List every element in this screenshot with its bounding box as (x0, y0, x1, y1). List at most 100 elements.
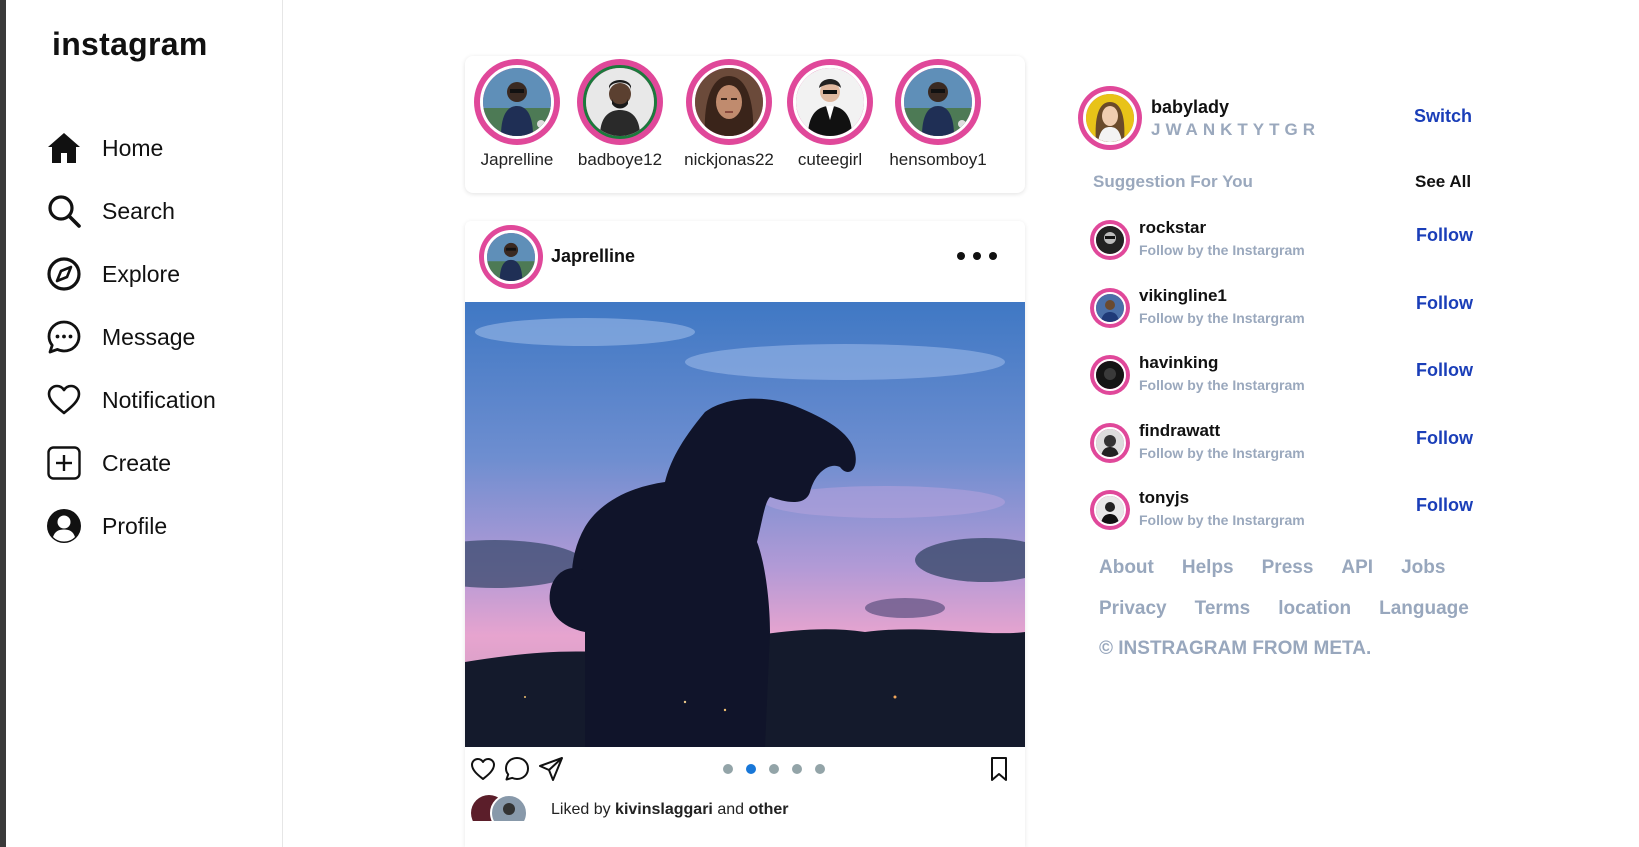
avatar (793, 65, 867, 139)
avatar-image (1094, 494, 1126, 526)
avatar[interactable] (479, 225, 543, 289)
footer-link-language[interactable]: Language (1379, 598, 1469, 620)
follow-button[interactable]: Follow (1416, 360, 1473, 381)
suggestion-subtext: Follow by the Instargram (1139, 242, 1305, 258)
heart-icon (471, 758, 495, 780)
suggestion-username[interactable]: vikingline1 (1139, 286, 1227, 306)
footer-link-helps[interactable]: Helps (1182, 557, 1234, 579)
story-name: nickjonas22 (684, 150, 774, 169)
suggestion-subtext: Follow by the Instargram (1139, 310, 1305, 326)
footer-links-row-1: About Helps Press API Jobs (1099, 557, 1445, 579)
follow-button[interactable]: Follow (1416, 428, 1473, 449)
suggestion-username[interactable]: havinking (1139, 353, 1218, 373)
story-name: hensomboy1 (889, 150, 987, 169)
sidebar-item-label: Create (102, 449, 172, 476)
suggestion-item: tonyjs Follow by the Instargram Follow (1090, 488, 1473, 540)
sidebar-item-label: Home (102, 134, 164, 161)
more-options-button[interactable] (957, 247, 997, 265)
like-button[interactable] (469, 755, 497, 783)
app-logo[interactable]: instagram (52, 26, 208, 63)
carousel-dot[interactable] (769, 764, 779, 774)
avatar[interactable] (1090, 288, 1130, 328)
sidebar-item-label: Explore (102, 260, 180, 287)
footer-link-privacy[interactable]: Privacy (1099, 598, 1167, 620)
story-item[interactable]: hensomboy1 (883, 59, 993, 170)
sidebar-item-profile[interactable]: Profile (44, 504, 167, 548)
avatar-image (1094, 224, 1126, 256)
sidebar-item-search[interactable]: Search (44, 189, 175, 233)
sidebar-item-home[interactable]: Home (44, 126, 163, 170)
story-item[interactable]: nickjonas22 (674, 59, 784, 170)
suggestions-title: Suggestion For You (1093, 172, 1253, 191)
avatar[interactable] (1090, 490, 1130, 530)
avatar[interactable] (1090, 220, 1130, 260)
sidebar-item-notification[interactable]: Notification (44, 378, 216, 422)
sidebar-item-label: Profile (102, 512, 168, 539)
comment-button[interactable] (503, 755, 531, 783)
post-image[interactable] (465, 302, 1025, 747)
current-username[interactable]: babylady (1151, 97, 1229, 118)
suggestion-username[interactable]: rockstar (1139, 218, 1206, 238)
suggestion-username[interactable]: tonyjs (1139, 488, 1189, 508)
suggestion-username[interactable]: findrawatt (1139, 421, 1220, 441)
liked-prefix: Liked by (551, 801, 616, 818)
footer-link-about[interactable]: About (1099, 557, 1154, 579)
bookmark-icon (991, 757, 1007, 781)
footer-link-terms[interactable]: Terms (1195, 598, 1251, 620)
avatar[interactable] (1090, 423, 1130, 463)
avatar-image (1094, 292, 1126, 324)
follow-button[interactable]: Follow (1416, 495, 1473, 516)
avatar[interactable] (1090, 355, 1130, 395)
send-icon (539, 757, 563, 781)
suggestion-item: rockstar Follow by the Instargram Follow (1090, 218, 1473, 270)
avatar[interactable] (1078, 86, 1142, 150)
avatar (901, 65, 975, 139)
footer-link-location[interactable]: location (1278, 598, 1351, 620)
sidebar-item-message[interactable]: Message (44, 315, 195, 359)
see-all-button[interactable]: See All (1415, 172, 1471, 192)
story-ring (474, 59, 560, 145)
footer-link-press[interactable]: Press (1262, 557, 1314, 579)
carousel-indicator (723, 764, 825, 774)
avatar-image (484, 230, 538, 284)
story-item[interactable]: cuteegirl (775, 59, 885, 170)
avatar-image (1094, 359, 1126, 391)
story-name: cuteegirl (797, 150, 863, 169)
story-name: badboye12 (577, 150, 663, 169)
post-username[interactable]: Japrelline (551, 246, 635, 267)
follow-button[interactable]: Follow (1416, 225, 1473, 246)
story-name: Japrelline (480, 150, 554, 169)
story-ring (686, 59, 772, 145)
sidebar-item-create[interactable]: Create (44, 441, 171, 485)
copyright-text: © INSTRAGRAM FROM META. (1099, 638, 1372, 659)
story-ring (895, 59, 981, 145)
save-button[interactable] (985, 755, 1013, 783)
liked-user-link[interactable]: kivinslaggari (615, 801, 713, 818)
story-item[interactable]: Japrelline (462, 59, 572, 170)
carousel-dot[interactable] (815, 764, 825, 774)
sidebar-item-explore[interactable]: Explore (44, 252, 180, 296)
carousel-dot[interactable] (792, 764, 802, 774)
comment-icon (505, 757, 529, 781)
avatar (480, 65, 554, 139)
avatar-image (1083, 91, 1137, 145)
stories-bar: Japrelline badboye12 nickjonas22 cuteegi… (465, 56, 1025, 193)
right-panel: babylady JWANKTYTGR Switch Suggestion Fo… (1078, 0, 1498, 847)
footer-link-jobs[interactable]: Jobs (1401, 557, 1445, 579)
carousel-dot[interactable] (723, 764, 733, 774)
follow-button[interactable]: Follow (1416, 293, 1473, 314)
post-card: Japrelline Liked by kivinslaggari and ot… (465, 221, 1025, 847)
suggestion-subtext: Follow by the Instargram (1139, 512, 1305, 528)
sidebar-item-label: Message (102, 323, 196, 350)
liked-others-link[interactable]: other (748, 801, 788, 818)
switch-account-button[interactable]: Switch (1414, 106, 1472, 127)
avatar (583, 65, 657, 139)
story-item[interactable]: badboye12 (565, 59, 675, 170)
share-button[interactable] (537, 755, 565, 783)
suggestion-item: havinking Follow by the Instargram Follo… (1090, 353, 1473, 405)
carousel-dot-active[interactable] (746, 764, 756, 774)
liked-by-row: Liked by kivinslaggari and other (465, 791, 1025, 821)
footer-link-api[interactable]: API (1341, 557, 1373, 579)
home-icon (44, 128, 84, 168)
current-user-subtitle: JWANKTYTGR (1151, 120, 1320, 139)
